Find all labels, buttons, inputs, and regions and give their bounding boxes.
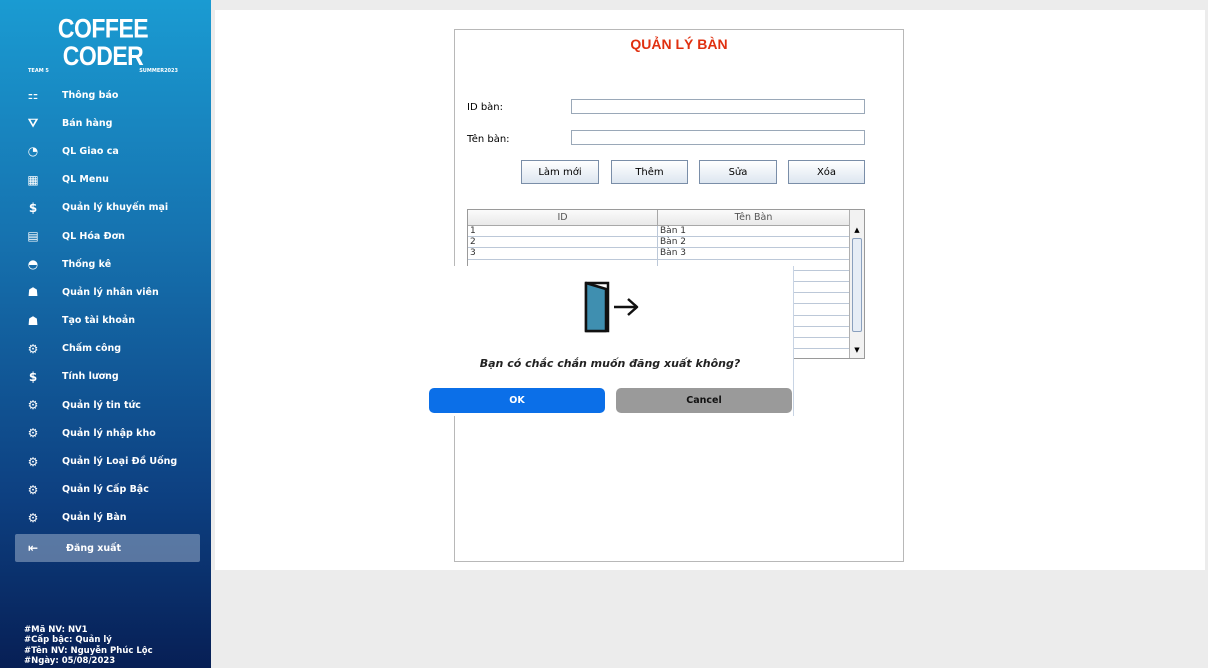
sidebar-item-label: Tính lương	[62, 371, 119, 383]
refresh-button[interactable]: Làm mới	[521, 160, 599, 184]
logout-icon: ⇤	[27, 541, 39, 555]
sidebar-item-4[interactable]: $ Quản lý khuyến mại	[0, 194, 211, 222]
logout-label: Đăng xuất	[66, 542, 122, 554]
sidebar-item-label: Quản lý khuyến mại	[62, 202, 169, 214]
person-icon: ☗	[27, 313, 39, 328]
sidebar-item-14[interactable]: ⚙ Quản lý Cấp Bậc	[0, 476, 211, 504]
sidebar-item-label: Quản lý Loại Đồ Uống	[62, 456, 178, 468]
sidebar-item-6[interactable]: ◓ Thống kê	[0, 250, 211, 278]
sidebar-item-13[interactable]: ⚙ Quản lý Loại Đồ Uống	[0, 447, 211, 475]
sidebar-item-3[interactable]: ▦ QL Menu	[0, 166, 211, 194]
sidebar-item-label: Tạo tài khoản	[62, 315, 136, 327]
dollar-icon: $	[28, 369, 38, 384]
cell-id: 2	[468, 237, 658, 248]
sidebar-item-label: QL Hóa Đơn	[62, 230, 125, 242]
sidebar-item-9[interactable]: ⚙ Chấm công	[0, 335, 211, 363]
sidebar-item-label: Quản lý tin tức	[62, 399, 141, 411]
scroll-down-icon[interactable]: ▼	[851, 344, 863, 356]
id-label: ID bàn:	[467, 102, 504, 113]
logout-button[interactable]: ⇤ Đăng xuất	[15, 534, 200, 562]
gear-icon: ⚙	[27, 398, 39, 413]
table-row[interactable]: 3 Bàn 3	[468, 248, 864, 260]
logo-title: COFFEE CODER	[57, 13, 149, 71]
sidebar-item-15[interactable]: ⚙ Quản lý Bàn	[0, 504, 211, 532]
sidebar-item-12[interactable]: ⚙ Quản lý nhập kho	[0, 419, 211, 447]
delete-button[interactable]: Xóa	[788, 160, 865, 184]
sidebar-item-label: Thông báo	[62, 89, 119, 101]
table-row[interactable]: 1 Bàn 1	[468, 226, 864, 238]
cell-name: Bàn 3	[658, 248, 850, 259]
ok-button[interactable]: OK	[429, 388, 605, 413]
person-icon: ☗	[27, 285, 39, 300]
sell-icon: ⛛	[27, 115, 39, 130]
sidebar-menu: ⚏ Thông báo ⛛ Bán hàng ◔ QL Giao ca ▦ QL Menu $ Q…	[0, 81, 211, 562]
scroll-thumb[interactable]	[852, 238, 862, 332]
sidebar-item-label: QL Menu	[62, 174, 109, 186]
sidebar-item-0[interactable]: ⚏ Thông báo	[0, 81, 211, 109]
name-label: Tên bàn:	[467, 134, 510, 145]
sidebar-item-label: Quản lý Bàn	[62, 512, 127, 524]
shift-icon: ◔	[27, 144, 39, 159]
sidebar-item-label: Quản lý Cấp Bậc	[62, 484, 149, 496]
gear-icon: ⚙	[27, 426, 39, 441]
notification-icon: ⚏	[27, 88, 39, 103]
employee-info-line: #Tên NV: Nguyễn Phúc Lộc	[24, 645, 153, 656]
sidebar-item-11[interactable]: ⚙ Quản lý tin tức	[0, 391, 211, 419]
sidebar-item-2[interactable]: ◔ QL Giao ca	[0, 137, 211, 165]
sidebar-item-label: Quản lý nhân viên	[62, 286, 159, 298]
sidebar-item-7[interactable]: ☗ Quản lý nhân viên	[0, 278, 211, 306]
sidebar-item-5[interactable]: ▤ QL Hóa Đơn	[0, 222, 211, 250]
invoice-icon: ▤	[27, 229, 39, 244]
cell-id: 3	[468, 248, 658, 259]
employee-info-line: #Cấp bậc: Quản lý	[24, 635, 112, 646]
sidebar-item-label: Chấm công	[62, 343, 122, 355]
sidebar-item-label: Bán hàng	[62, 117, 113, 129]
employee-info: #Mã NV: NV1 #Cấp bậc: Quản lý #Tên NV: Ngu…	[24, 625, 153, 666]
sidebar-item-label: Quản lý nhập kho	[62, 427, 156, 439]
employee-info-line: #Ngày: 05/08/2023	[24, 655, 116, 666]
scroll-up-icon[interactable]: ▲	[851, 224, 863, 236]
dashboard-icon: ◓	[27, 257, 39, 272]
id-input[interactable]	[571, 99, 865, 114]
page-title: QUẢN LÝ BÀN	[630, 36, 728, 52]
sidebar-item-10[interactable]: $ Tính lương	[0, 363, 211, 391]
column-header-name[interactable]: Tên Bàn	[658, 210, 850, 225]
dialog-message: Bạn có chắc chắn muốn đăng xuất không?	[479, 357, 741, 370]
logout-door-icon	[584, 281, 639, 333]
gear-icon: ⚙	[27, 482, 39, 497]
cancel-button[interactable]: Cancel	[616, 388, 792, 413]
gear-icon: ⚙	[27, 454, 39, 469]
table-scrollbar[interactable]: ▲ ▼	[849, 210, 864, 358]
sidebar-item-8[interactable]: ☗ Tạo tài khoản	[0, 307, 211, 335]
column-header-id[interactable]: ID	[468, 210, 658, 225]
table-header: ID Tên Bàn	[468, 210, 864, 226]
app-logo: COFFEE CODER TEAM 5 SUMMER2023	[28, 14, 178, 74]
grid-icon: ▦	[27, 172, 39, 187]
dollar-icon: $	[28, 200, 38, 215]
sidebar-item-label: QL Giao ca	[62, 145, 119, 157]
gear-icon: ⚙	[27, 341, 39, 356]
cell-name: Bàn 2	[658, 237, 850, 248]
name-input[interactable]	[571, 130, 865, 145]
table-row[interactable]: 2 Bàn 2	[468, 237, 864, 249]
sidebar-item-1[interactable]: ⛛ Bán hàng	[0, 109, 211, 137]
logout-confirm-dialog: Bạn có chắc chắn muốn đăng xuất không? O…	[427, 266, 794, 416]
edit-button[interactable]: Sửa	[699, 160, 777, 184]
sidebar-item-label: Thống kê	[62, 258, 112, 270]
employee-info-line: #Mã NV: NV1	[24, 625, 88, 635]
gear-icon: ⚙	[27, 510, 39, 525]
add-button[interactable]: Thêm	[611, 160, 688, 184]
cell-name: Bàn 1	[658, 226, 850, 237]
sidebar: COFFEE CODER TEAM 5 SUMMER2023 ⚏ Thông bá…	[0, 0, 211, 668]
cell-id: 1	[468, 226, 658, 237]
